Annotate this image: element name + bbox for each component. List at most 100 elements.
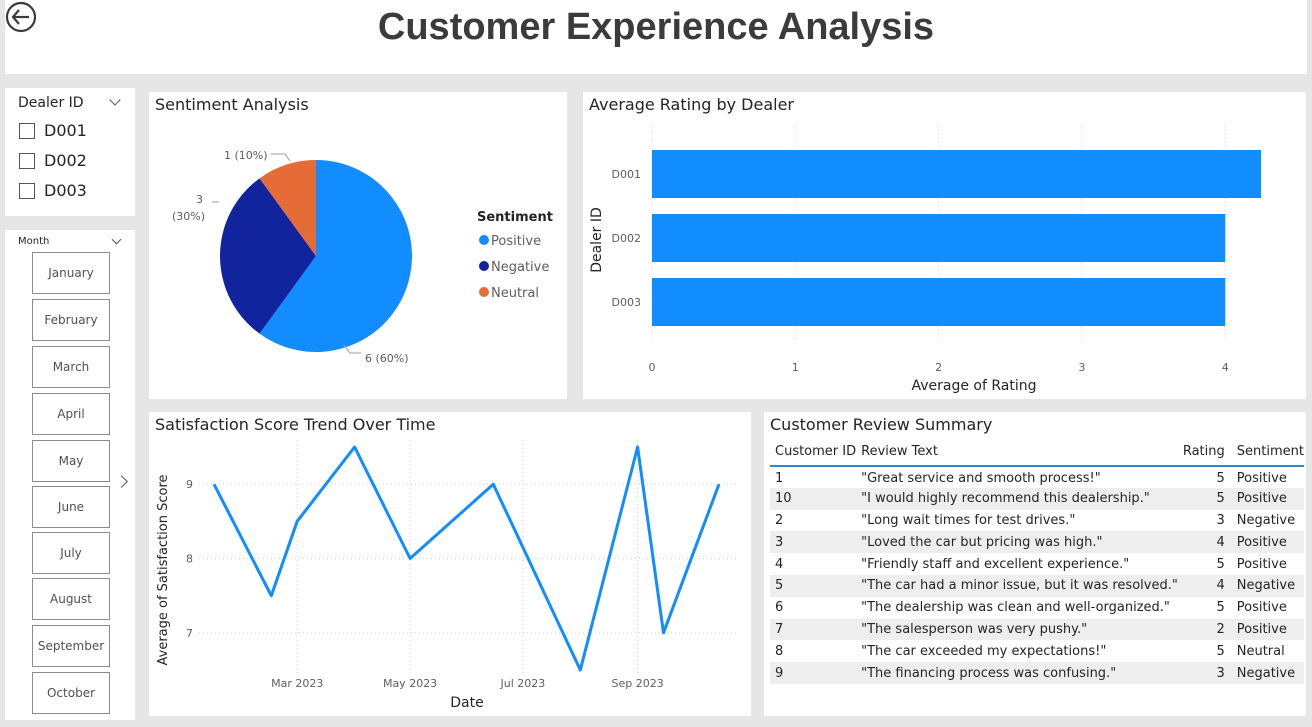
cell-sentiment: Negative [1231,662,1304,684]
x-tick-label: May 2023 [383,677,437,690]
table-row[interactable]: 8 "The car exceeded my expectations!" 5 Neu… [770,640,1304,662]
cell-review-text: "The salesperson was very pushy." [856,618,1178,641]
cell-rating: 3 [1216,512,1225,528]
table-row[interactable]: 4 "Friendly staff and excellent experienc… [770,553,1304,575]
pie-label-neutral: 1 (10%) [224,149,268,162]
x-tick-label: Jul 2023 [500,677,546,690]
table-header-row: Customer ID Review Text Rating Sentiment [770,438,1304,467]
y-axis-title: Dealer ID [589,207,605,273]
pie-label-positive: 6 (60%) [365,352,409,365]
page-title: Customer Experience Analysis [377,6,935,48]
checkbox[interactable] [19,152,35,169]
month-tile-august[interactable]: August [32,578,110,620]
y-tick-label: 8 [186,553,193,566]
legend-marker-negative [479,261,489,271]
cell-rating: 5 [1216,600,1225,616]
pie-chart: 1 (10%) 3 (30%) 6 (60%) Sentiment Positi… [172,149,553,365]
cell-sentiment: Positive [1231,487,1304,510]
cell-sentiment: Negative [1231,574,1304,597]
bar-chart: D001 D002 D003 0 1 2 3 4 Average of Rating Dea… [589,126,1262,394]
legend-marker-positive [479,235,489,245]
cell-sentiment: Positive [1231,618,1304,641]
column-header-rating[interactable]: Rating [1177,438,1232,467]
table-row[interactable]: 10 "I would highly recommend this dealers… [770,487,1304,510]
column-header-review-text[interactable]: Review Text [856,438,1178,467]
cell-rating: 3 [1177,662,1232,684]
checkbox[interactable] [19,182,35,199]
table-row[interactable]: 1 "Great service and smooth process!" 5 Pos… [770,466,1304,488]
dealer-option-label: D001 [44,121,87,140]
satisfaction-trend-visual: Satisfaction Score Trend Over Time 789 M… [149,412,751,716]
month-tile-july[interactable]: July [32,532,110,574]
cell-rating: 5 [1216,556,1225,572]
sentiment-analysis-visual: Sentiment Analysis 1 (10%) 3 (30%) 6 (60… [149,92,567,399]
cell-sentiment: Neutral [1236,643,1285,659]
table-row[interactable]: 2 "Long wait times for test drives." 3 Nega… [770,510,1304,532]
legend-item-neutral[interactable]: Neutral [491,286,539,301]
leader-line [271,153,291,162]
cell-rating: 4 [1177,574,1232,597]
checkbox[interactable] [19,122,35,139]
month-tile-october[interactable]: October [32,672,110,714]
line-chart: 7 8 9 Mar 2023 May 2023 Jul 2023 Sep 2023 Dat… [156,440,739,711]
month-tile-april[interactable]: April [32,393,110,435]
cell-review-text: "The car exceeded my expectations!" [861,643,1107,659]
x-tick-label: 2 [935,361,942,374]
review-table: Customer ID Review Text Rating Sentiment… [770,438,1304,684]
x-axis-title: Average of Rating [911,378,1036,394]
cell-sentiment: Positive [1236,600,1287,616]
x-tick-label: 0 [649,361,656,374]
table-row[interactable]: 6 "The dealership was clean and well-orga… [770,597,1304,619]
cell-sentiment: Positive [1236,470,1287,486]
pie-label-negative-pct: (30%) [172,210,205,223]
pie-label-negative-count: 3 [196,193,203,206]
cell-rating: 4 [1177,531,1232,554]
chevron-right-icon[interactable] [115,475,128,488]
month-tile-may[interactable]: May [32,440,110,482]
cell-review-text: "Long wait times for test drives." [861,512,1076,528]
month-tile-september[interactable]: September [32,625,110,667]
bar-d003[interactable] [652,278,1226,326]
dealer-slicer-title: Dealer ID [18,95,84,111]
month-tile-january[interactable]: January [32,252,110,294]
dealer-option-d002[interactable]: D002 [19,151,87,170]
chevron-down-icon[interactable] [111,234,122,245]
cell-customer-id: 1 [775,470,784,486]
cell-rating: 5 [1216,470,1225,486]
cell-sentiment: Positive [1236,556,1287,572]
chevron-down-icon[interactable] [109,94,121,106]
month-tile-june[interactable]: June [32,486,110,528]
y-tick-label: 7 [186,627,193,640]
cell-customer-id: 5 [770,574,857,597]
month-slicer-title: Month [18,236,50,247]
bar-d001[interactable] [652,150,1262,198]
dealer-option-d003[interactable]: D003 [19,181,87,200]
table-row[interactable]: 3 "Loved the car but pricing was high." 4 P… [770,531,1304,554]
x-tick-label: Mar 2023 [271,677,323,690]
cell-customer-id: 3 [770,531,857,554]
dealer-option-label: D002 [44,151,87,170]
table-row[interactable]: 9 "The financing process was confusing." 3… [770,662,1304,684]
bar-d002[interactable] [652,214,1226,262]
legend-marker-neutral [479,287,489,297]
table-row[interactable]: 7 "The salesperson was very pushy." 2 Posit… [770,618,1304,641]
legend-item-positive[interactable]: Positive [491,234,541,249]
y-axis-title: Average of Satisfaction Score [156,474,171,665]
cell-rating: 2 [1177,618,1232,641]
cell-rating: 5 [1216,643,1225,659]
x-tick-label: 3 [1078,361,1085,374]
legend-title: Sentiment [477,210,553,225]
column-header-sentiment[interactable]: Sentiment [1231,438,1304,467]
legend-item-negative[interactable]: Negative [491,260,549,275]
cell-review-text: "Friendly staff and excellent experience… [861,556,1130,572]
table-row[interactable]: 5 "The car had a minor issue, but it was … [770,574,1304,597]
dealer-option-d001[interactable]: D001 [19,121,87,140]
month-tile-march[interactable]: March [32,346,110,388]
y-category-label: D002 [612,232,641,245]
dealer-id-slicer: Dealer ID D001 D002 D003 [5,88,135,216]
cell-review-text: "The dealership was clean and well-organ… [861,600,1170,616]
cell-customer-id: 6 [775,600,784,616]
visual-title: Customer Review Summary [770,415,993,434]
month-tile-february[interactable]: February [32,299,110,341]
column-header-customer-id[interactable]: Customer ID [770,438,857,467]
